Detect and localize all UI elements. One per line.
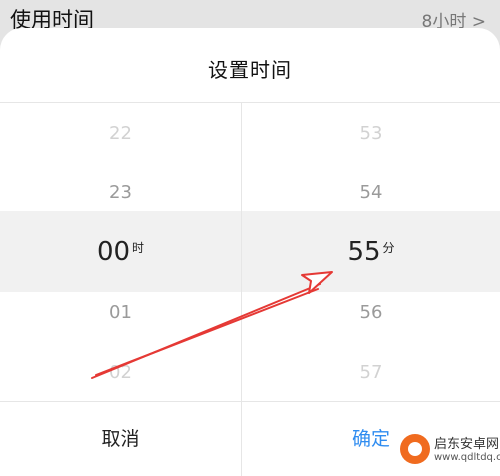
minute-option[interactable]: 56 [242,302,500,323]
cancel-button[interactable]: 取消 [0,402,241,476]
hour-selected-value: 00 [96,237,131,267]
hour-unit: 时 [132,241,145,255]
hour-option[interactable]: 01 [0,302,241,323]
minute-option[interactable]: 53 [242,123,500,144]
hour-selected[interactable]: 00 时 [0,237,241,267]
hour-option[interactable]: 02 [0,362,241,383]
watermark-text: 启东安卓网 [434,437,500,452]
watermark-url: www.qdltdq.com [434,452,500,463]
set-time-dialog: 设置时间 22 23 00 时 01 02 53 54 55 分 56 57 取消 … [0,28,500,476]
minute-selected[interactable]: 55 分 [242,237,500,267]
watermark-logo-icon [400,434,430,464]
minute-unit: 分 [382,241,395,255]
minute-option[interactable]: 54 [242,182,500,203]
hour-option[interactable]: 22 [0,123,241,144]
wheel-divider [241,102,242,402]
hour-option[interactable]: 23 [0,182,241,203]
watermark: 启东安卓网 www.qdltdq.com [398,428,500,474]
minute-option[interactable]: 57 [242,362,500,383]
minute-selected-value: 55 [347,237,381,267]
